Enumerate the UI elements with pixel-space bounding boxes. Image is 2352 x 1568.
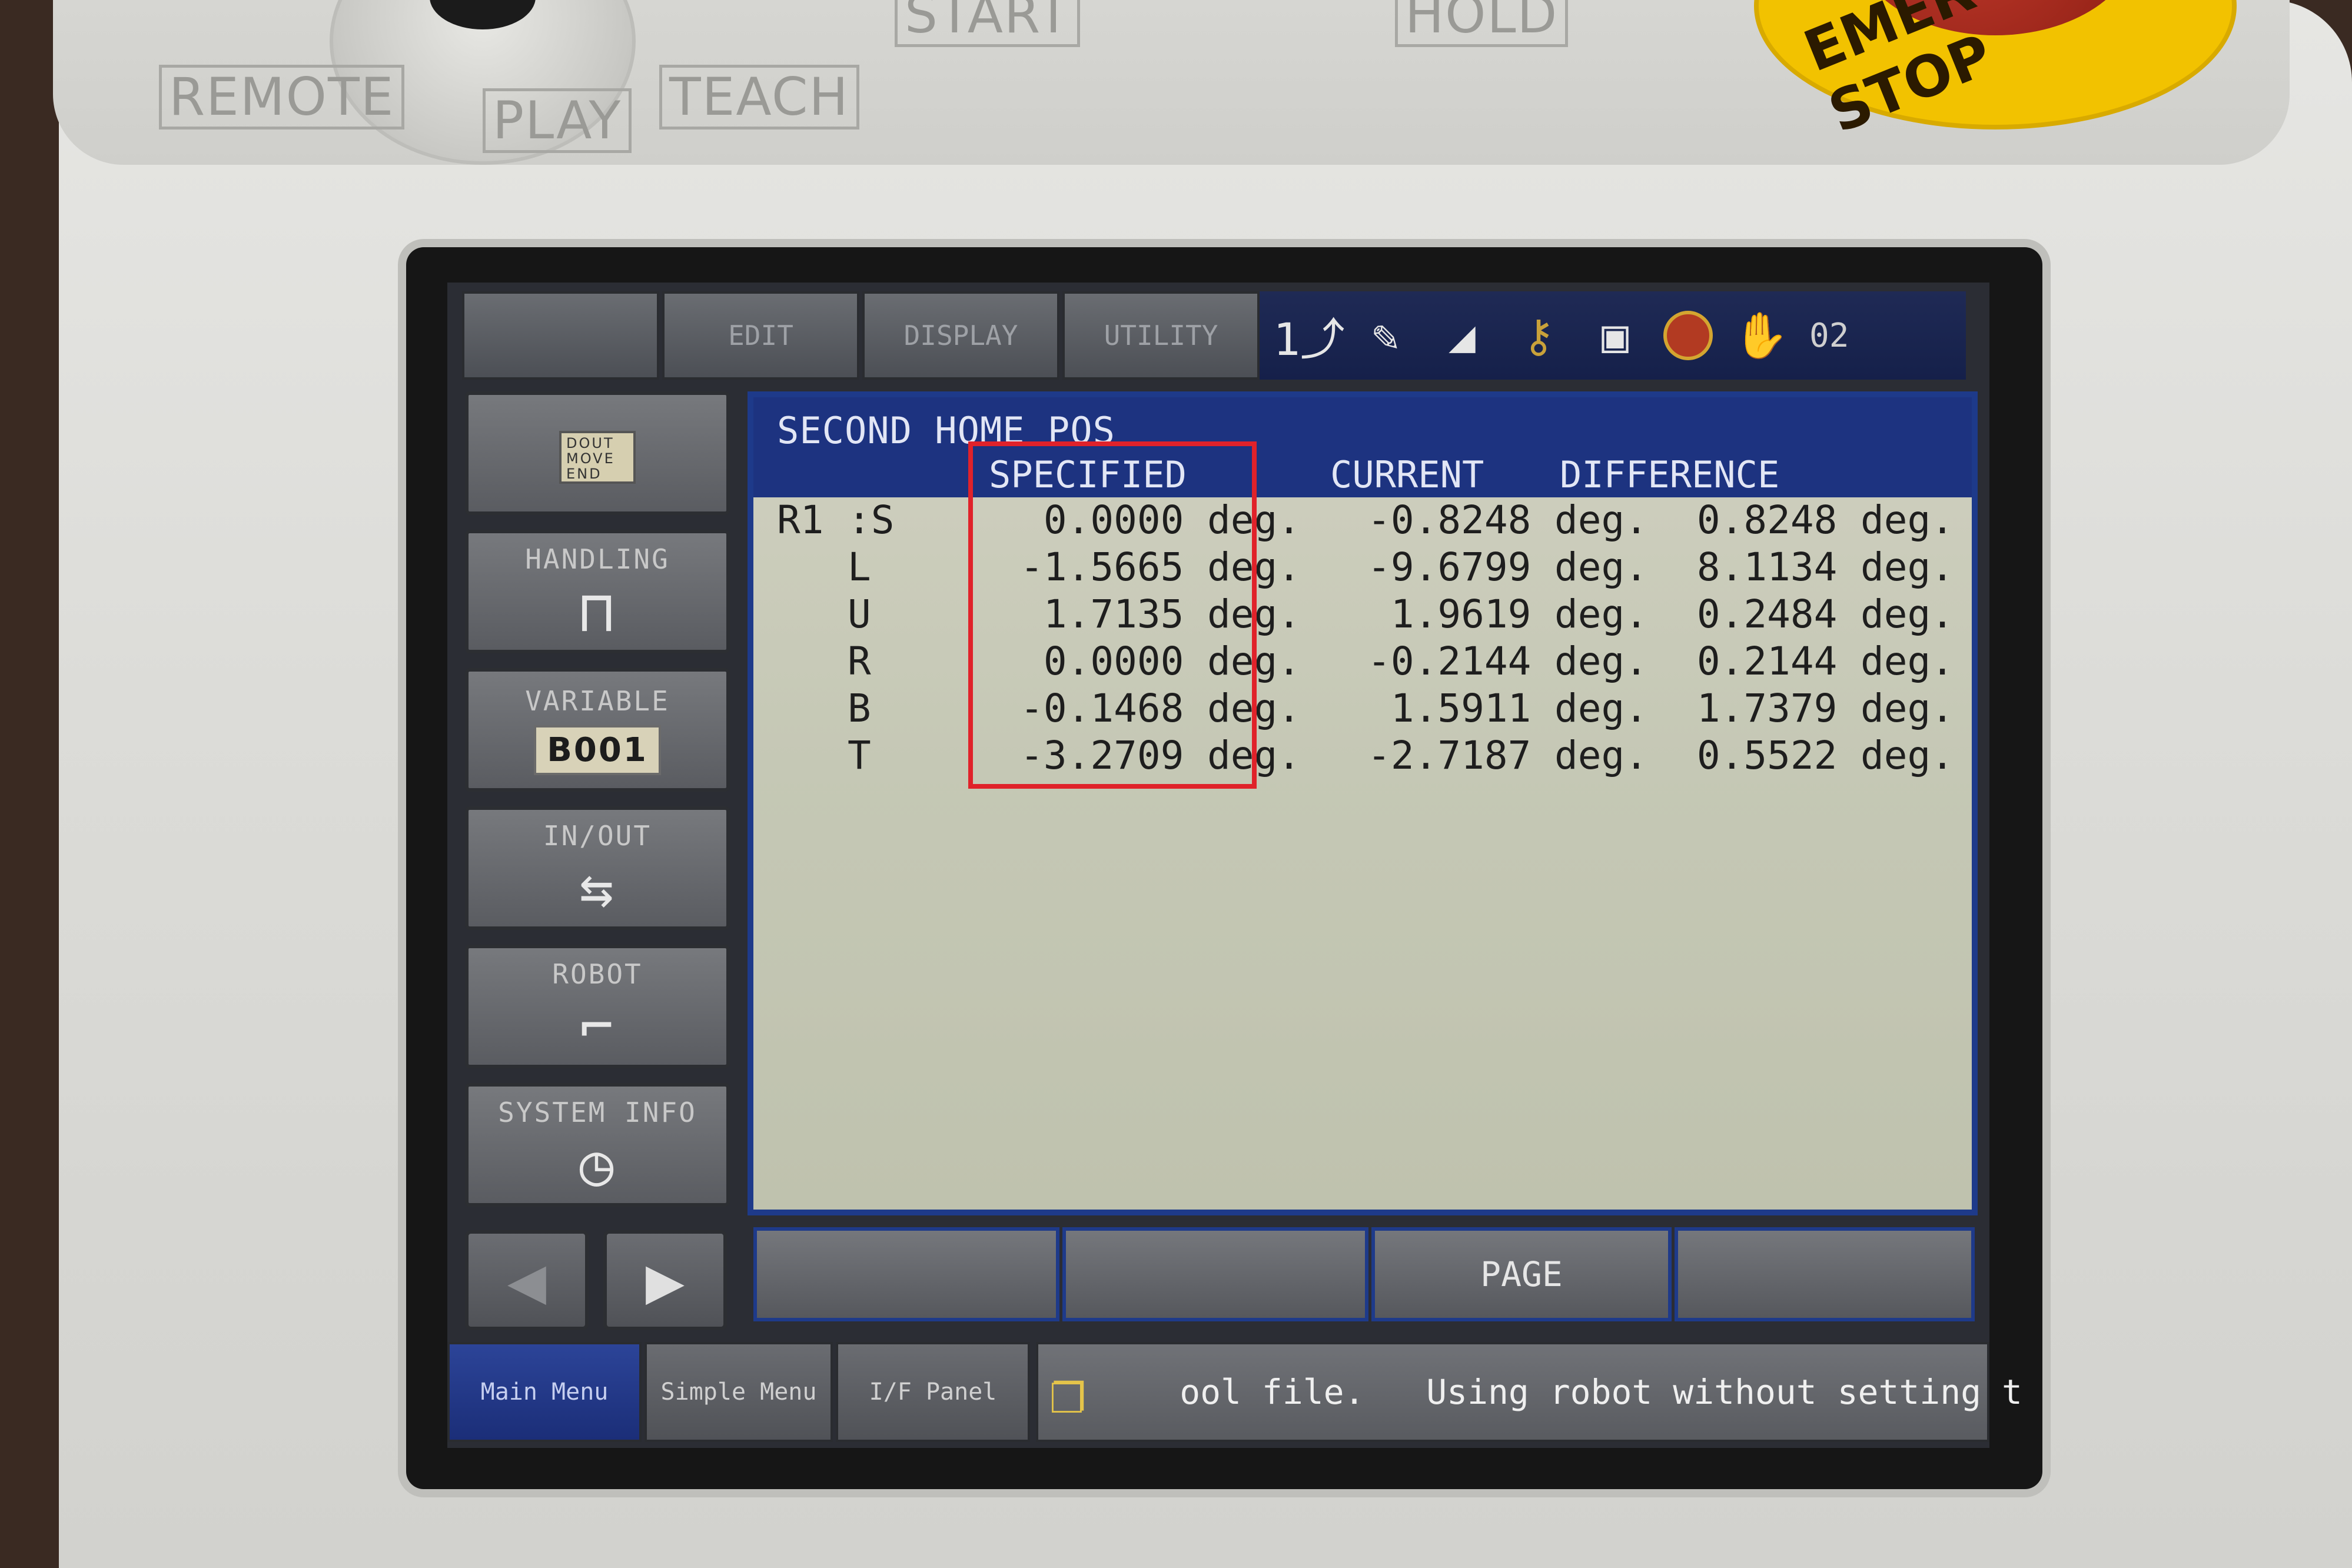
function-key-2[interactable]: [1062, 1227, 1368, 1321]
table-row[interactable]: U 1.7135 deg. 1.9619 deg. 0.2484 deg.: [753, 592, 1972, 639]
hold-button[interactable]: HOLD: [1395, 0, 1569, 47]
job-doc-icon: DOUT MOVE END: [559, 431, 636, 484]
side-item-label: ROBOT: [552, 958, 643, 990]
variable-badge: B001: [534, 725, 661, 775]
current-value: -2.7187 deg.: [1367, 733, 1648, 778]
signal-icon: ◢: [1449, 309, 1476, 362]
axis-label: U: [848, 592, 871, 637]
arrow-right-icon: ▶: [645, 1243, 685, 1318]
column-current: CURRENT: [1330, 453, 1484, 496]
difference-value: 8.1134 deg.: [1696, 544, 1954, 590]
simple-menu-button[interactable]: Simple Menu: [645, 1342, 833, 1442]
difference-value: 0.8248 deg.: [1696, 497, 1954, 543]
alarm-icon: [1663, 311, 1713, 360]
side-item-label: VARIABLE: [525, 685, 670, 717]
page-button[interactable]: PAGE: [1371, 1227, 1672, 1321]
current-value: 1.5911 deg.: [1390, 686, 1648, 731]
side-item-label: IN/OUT: [543, 820, 652, 852]
status-message: ool file. Using robot without setting t: [1180, 1372, 2022, 1412]
axis-label: B: [848, 686, 871, 731]
table-row[interactable]: R 0.0000 deg. -0.2144 deg. 0.2144 deg.: [753, 639, 1972, 686]
play-label: PLAY: [483, 88, 632, 153]
second-home-pos-panel: SECOND HOME POS SPECIFIED CURRENT DIFFER…: [748, 391, 1978, 1215]
side-item-in-out[interactable]: IN/OUT ⇆: [465, 806, 730, 930]
current-value: -0.8248 deg.: [1367, 497, 1648, 543]
teach-label: TEACH: [659, 65, 859, 129]
system-info-icon: ◷: [579, 1132, 616, 1198]
step-icon: 1⤴: [1273, 313, 1345, 366]
tab-display[interactable]: DISPLAY: [862, 291, 1059, 380]
in-out-icon: ⇆: [579, 855, 616, 921]
key-icon: ⚷: [1522, 309, 1555, 362]
tab-job[interactable]: [462, 291, 659, 380]
axis-label: L: [848, 544, 871, 590]
arrow-left-icon: ◀: [507, 1243, 547, 1318]
if-panel-button[interactable]: I/F Panel: [836, 1342, 1030, 1442]
axis-label: T: [848, 733, 871, 778]
specified-column-highlight: [968, 441, 1257, 789]
side-item-handling[interactable]: HANDLING ⊓: [465, 530, 730, 653]
side-item-label: HANDLING: [525, 543, 670, 575]
page-back-button[interactable]: ◀: [465, 1230, 589, 1330]
function-key-4[interactable]: [1675, 1227, 1975, 1321]
axis-label: :S: [848, 497, 895, 543]
gripper-icon: ⊓: [579, 579, 616, 645]
robot-arm-icon: ⌐: [579, 994, 616, 1059]
table-row[interactable]: T -3.2709 deg. -2.7187 deg. 0.5522 deg.: [753, 733, 1972, 780]
robot-id: R1: [777, 497, 824, 543]
tab-utility[interactable]: UTILITY: [1062, 291, 1260, 380]
message-area[interactable]: ❐ ool file. Using robot without setting …: [1036, 1342, 2022, 1442]
start-button[interactable]: START: [895, 0, 1081, 47]
side-item-variable[interactable]: VARIABLE B001: [465, 668, 730, 792]
current-value: 1.9619 deg.: [1390, 592, 1648, 637]
side-item-system-info[interactable]: SYSTEM INFO ◷: [465, 1083, 730, 1207]
side-item-robot[interactable]: ROBOT ⌐: [465, 945, 730, 1068]
difference-value: 0.2484 deg.: [1696, 592, 1954, 637]
table-row[interactable]: R1 :S 0.0000 deg. -0.8248 deg. 0.8248 de…: [753, 497, 1972, 544]
current-value: -9.6799 deg.: [1367, 544, 1648, 590]
multi-window-icon: ❐: [1050, 1357, 1086, 1427]
side-item-label: SYSTEM INFO: [498, 1097, 697, 1128]
hand-icon: ✋: [1733, 309, 1789, 361]
difference-value: 0.5522 deg.: [1696, 733, 1954, 778]
axis-label: R: [848, 639, 871, 684]
page-forward-button[interactable]: ▶: [603, 1230, 727, 1330]
current-value: -0.2144 deg.: [1367, 639, 1648, 684]
function-key-1[interactable]: [753, 1227, 1059, 1321]
clipboard-icon: ▣: [1602, 309, 1629, 362]
status-bar: 1⤴ ✎ ◢ ⚷ ▣ ✋ 02: [1260, 291, 1966, 380]
main-menu-button[interactable]: Main Menu: [447, 1342, 642, 1442]
table-row[interactable]: B -0.1468 deg. 1.5911 deg. 1.7379 deg.: [753, 686, 1972, 733]
difference-value: 1.7379 deg.: [1696, 686, 1954, 731]
table-row[interactable]: L -1.5665 deg. -9.6799 deg. 8.1134 deg.: [753, 544, 1972, 592]
remote-label: REMOTE: [159, 65, 405, 129]
column-difference: DIFFERENCE: [1560, 453, 1780, 496]
edit-mode-icon: ✎: [1372, 309, 1399, 362]
side-item-job[interactable]: DOUT MOVE END: [465, 391, 730, 515]
status-number: 02: [1809, 316, 1849, 355]
tab-edit[interactable]: EDIT: [662, 291, 859, 380]
difference-value: 0.2144 deg.: [1696, 639, 1954, 684]
